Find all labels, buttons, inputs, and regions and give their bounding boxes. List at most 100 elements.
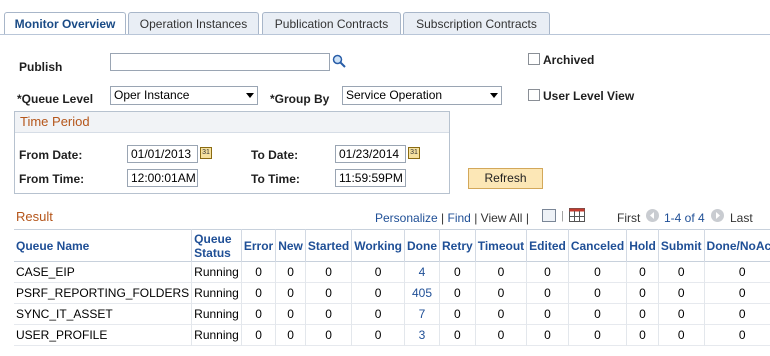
grid-navigation: Personalize | Find | View All | xyxy=(375,211,529,225)
tab-subscription-contracts[interactable]: Subscription Contracts xyxy=(403,12,550,34)
last-display: Last xyxy=(730,211,753,225)
count-cell: 0 xyxy=(526,303,569,325)
tab-monitor-overview[interactable]: Monitor Overview xyxy=(4,12,126,35)
from-date-label: From Date: xyxy=(19,148,83,162)
result-title: Result xyxy=(16,209,53,224)
count-cell: 0 xyxy=(657,261,705,283)
user-level-view-checkbox[interactable] xyxy=(528,89,540,101)
queue-level-select[interactable]: Oper Instance xyxy=(110,86,258,105)
count-cell[interactable]: 3 xyxy=(404,324,440,346)
queue-level-label: *Queue Level xyxy=(17,92,94,106)
count-cell: 0 xyxy=(567,303,627,325)
count-cell: 0 xyxy=(275,303,306,325)
tab-operation-instances[interactable]: Operation Instances xyxy=(128,12,259,34)
archived-checkbox[interactable] xyxy=(528,53,540,65)
count-cell[interactable]: 405 xyxy=(404,282,440,304)
separator: | xyxy=(441,211,445,225)
search-icon[interactable] xyxy=(332,54,346,68)
count-cell: 0 xyxy=(275,261,306,283)
column-header[interactable]: Retry xyxy=(439,229,476,262)
column-header[interactable]: New xyxy=(275,229,306,262)
count-cell: 0 xyxy=(439,303,476,325)
column-header[interactable]: Queue Name xyxy=(14,229,192,262)
column-header[interactable]: Timeout xyxy=(474,229,527,262)
from-time-input[interactable]: 12:00:01AM xyxy=(127,169,198,187)
separator: | xyxy=(525,211,529,225)
column-header[interactable]: Error xyxy=(240,229,276,262)
count-cell: 0 xyxy=(626,261,659,283)
column-header[interactable]: Queue Status xyxy=(191,229,242,262)
table-row: SYNC_IT_ASSET Running 0 0 0 0 7 0 0 0 0 0 0 0 xyxy=(14,303,770,325)
next-arrow-icon[interactable] xyxy=(711,209,724,222)
publish-label: Publish xyxy=(19,60,63,74)
count-cell: 0 xyxy=(626,303,659,325)
column-header[interactable]: Done/NoAck xyxy=(703,229,770,262)
count-cell: 0 xyxy=(275,324,306,346)
chevron-down-icon xyxy=(246,93,254,98)
count-cell: 0 xyxy=(275,282,306,304)
column-header[interactable]: Submit xyxy=(657,229,705,262)
new-window-icon[interactable] xyxy=(542,209,556,222)
table-row: USER_PROFILE Running 0 0 0 0 3 0 0 0 0 0 0 0 xyxy=(14,324,770,346)
from-time-label: From Time: xyxy=(19,172,85,186)
queue-level-value: Oper Instance xyxy=(114,88,190,102)
count-cell[interactable]: 4 xyxy=(404,261,440,283)
group-by-select[interactable]: Service Operation xyxy=(342,86,502,105)
column-header[interactable]: Hold xyxy=(626,229,659,262)
column-header[interactable]: Canceled xyxy=(567,229,627,262)
count-cell: 0 xyxy=(351,261,405,283)
tab-publication-contracts[interactable]: Publication Contracts xyxy=(262,12,401,34)
to-time-input[interactable]: 11:59:59PM xyxy=(335,169,406,187)
chevron-down-icon xyxy=(490,93,498,98)
count-cell: 0 xyxy=(567,282,627,304)
table-header-row: Queue Name Queue Status Error New Starte… xyxy=(14,229,770,262)
tab-divider xyxy=(0,34,770,35)
count-cell: 0 xyxy=(304,282,352,304)
separator: | xyxy=(561,210,564,222)
queue-name-cell: CASE_EIP xyxy=(16,265,75,279)
publish-input[interactable] xyxy=(110,53,330,71)
column-header[interactable]: Started xyxy=(304,229,352,262)
count-cell: 0 xyxy=(657,324,705,346)
count-cell: 0 xyxy=(703,303,770,325)
count-cell: 0 xyxy=(304,261,352,283)
range-display: 1-4 of 4 xyxy=(664,211,705,225)
last-label[interactable]: Last xyxy=(730,211,753,225)
download-grid-icon[interactable] xyxy=(569,208,585,222)
view-all-link[interactable]: View All xyxy=(481,211,523,225)
count-cell: 0 xyxy=(351,303,405,325)
column-header[interactable]: Working xyxy=(351,229,405,262)
count-cell: 0 xyxy=(703,282,770,304)
tab-bar: Monitor Overview Operation Instances Pub… xyxy=(0,0,770,36)
count-cell: 0 xyxy=(526,261,569,283)
queue-status-cell: Running xyxy=(191,282,242,304)
to-time-label: To Time: xyxy=(251,172,300,186)
column-header[interactable]: Done xyxy=(404,229,440,262)
group-by-label: *Group By xyxy=(270,92,330,106)
count-cell: 0 xyxy=(567,261,627,283)
column-header[interactable]: Edited xyxy=(526,229,569,262)
count-cell: 0 xyxy=(351,282,405,304)
personalize-link[interactable]: Personalize xyxy=(375,211,438,225)
queue-name-cell: SYNC_IT_ASSET xyxy=(16,307,113,321)
count-cell: 0 xyxy=(240,261,276,283)
queue-status-cell: Running xyxy=(191,324,242,346)
queue-name-cell: PSRF_REPORTING_FOLDERS xyxy=(16,286,190,300)
refresh-button[interactable]: Refresh xyxy=(468,168,543,189)
count-cell: 0 xyxy=(474,303,527,325)
count-cell[interactable]: 7 xyxy=(404,303,440,325)
from-date-input[interactable]: 01/01/2013 xyxy=(127,145,198,163)
previous-arrow-icon[interactable] xyxy=(646,209,659,222)
count-cell: 0 xyxy=(626,282,659,304)
separator: | xyxy=(474,211,478,225)
calendar-icon[interactable]: 31 xyxy=(408,147,420,159)
find-link[interactable]: Find xyxy=(448,211,471,225)
calendar-icon[interactable]: 31 xyxy=(200,147,212,159)
count-cell: 0 xyxy=(351,324,405,346)
count-cell: 0 xyxy=(240,303,276,325)
count-cell: 0 xyxy=(626,324,659,346)
count-cell: 0 xyxy=(657,282,705,304)
to-date-input[interactable]: 01/23/2014 xyxy=(335,145,406,163)
count-cell: 0 xyxy=(474,324,527,346)
first-label[interactable]: First xyxy=(617,211,640,225)
